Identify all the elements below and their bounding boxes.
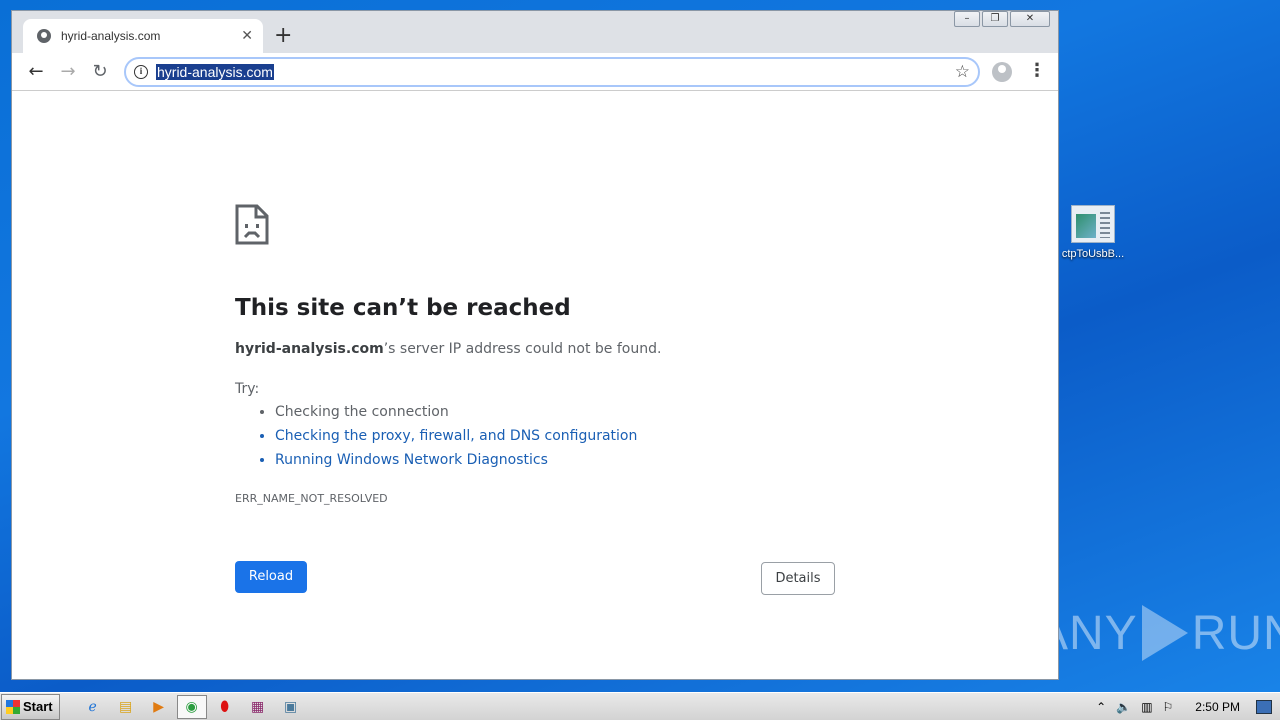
- error-title: This site can’t be reached: [235, 295, 571, 321]
- error-code: ERR_NAME_NOT_RESOLVED: [235, 492, 388, 505]
- suggestion-check-connection: Checking the connection: [275, 404, 637, 428]
- desktop-shortcut[interactable]: ctpToUsbB...: [1058, 205, 1128, 260]
- anyrun-watermark: ANY RUN: [1036, 605, 1280, 661]
- globe-icon: [37, 29, 51, 43]
- tab-strip: hyrid-analysis.com ✕ + – ❐ ✕: [12, 11, 1058, 53]
- reload-button[interactable]: Reload: [235, 561, 307, 593]
- bookmark-star-icon[interactable]: ☆: [955, 62, 970, 82]
- sad-page-icon: [235, 204, 269, 245]
- try-label: Try:: [235, 381, 260, 397]
- site-info-icon[interactable]: i: [134, 65, 148, 79]
- system-tray: ⌃ 🔈 ▥ ⚐ 2:50 PM: [1096, 693, 1280, 720]
- volume-icon[interactable]: 🔈: [1116, 700, 1131, 714]
- window-controls: – ❐ ✕: [954, 11, 1050, 27]
- address-bar[interactable]: i hyrid-analysis.com ☆: [124, 57, 980, 87]
- taskbar: Start ℯ ▤ ▶ ◉ ⬮ ▦ ▣ ⌃ 🔈 ▥ ⚐ 2:50 PM: [0, 692, 1280, 720]
- tab-title: hyrid-analysis.com: [61, 29, 161, 43]
- app-window-icon[interactable]: ▣: [276, 695, 306, 719]
- opera-icon[interactable]: ⬮: [210, 695, 240, 719]
- ie-icon[interactable]: ℯ: [78, 695, 108, 719]
- browser-toolbar: ← → ↻ i hyrid-analysis.com ☆ ⋮: [12, 53, 1058, 91]
- winrar-icon[interactable]: ▦: [243, 695, 273, 719]
- watermark-run: RUN: [1191, 606, 1280, 660]
- error-host: hyrid-analysis.com: [235, 341, 384, 357]
- close-window-button[interactable]: ✕: [1010, 11, 1050, 27]
- shortcut-file-icon: [1071, 205, 1115, 243]
- reload-icon[interactable]: ↻: [84, 61, 116, 82]
- forward-icon[interactable]: →: [52, 61, 84, 82]
- chrome-icon[interactable]: ◉: [176, 694, 207, 719]
- restore-button[interactable]: ❐: [982, 11, 1008, 27]
- show-desktop-icon[interactable]: [1256, 700, 1272, 714]
- details-button[interactable]: Details: [761, 562, 835, 595]
- explorer-icon[interactable]: ▤: [111, 695, 141, 719]
- error-description: hyrid-analysis.com’s server IP address c…: [235, 341, 661, 357]
- profile-avatar-icon[interactable]: [992, 62, 1012, 82]
- url-text[interactable]: hyrid-analysis.com: [156, 64, 274, 80]
- action-center-flag-icon[interactable]: ⚐: [1163, 700, 1174, 714]
- tab-hyrid-analysis[interactable]: hyrid-analysis.com ✕: [23, 19, 263, 53]
- suggestion-proxy-link[interactable]: Checking the proxy, firewall, and DNS co…: [275, 428, 637, 452]
- back-icon[interactable]: ←: [20, 61, 52, 82]
- network-icon[interactable]: ▥: [1141, 700, 1152, 714]
- suggestion-diagnostics-link[interactable]: Running Windows Network Diagnostics: [275, 452, 637, 476]
- clock[interactable]: 2:50 PM: [1195, 700, 1240, 714]
- browser-window: hyrid-analysis.com ✕ + – ❐ ✕ ← → ↻ i hyr…: [11, 10, 1059, 680]
- minimize-button[interactable]: –: [954, 11, 980, 27]
- page-content: This site can’t be reached hyrid-analysi…: [12, 91, 1058, 679]
- start-label: Start: [23, 699, 53, 714]
- windows-logo-icon: [6, 699, 20, 714]
- show-hidden-icons[interactable]: ⌃: [1096, 700, 1106, 714]
- error-description-text: ’s server IP address could not be found.: [383, 341, 662, 357]
- kebab-menu-icon[interactable]: ⋮: [1028, 61, 1046, 81]
- new-tab-button[interactable]: +: [274, 23, 292, 48]
- media-player-icon[interactable]: ▶: [144, 695, 174, 719]
- start-button[interactable]: Start: [1, 693, 60, 720]
- play-icon: [1141, 605, 1188, 661]
- close-tab-icon[interactable]: ✕: [241, 28, 253, 44]
- suggestion-list: Checking the connection Checking the pro…: [275, 404, 637, 476]
- desktop-shortcut-label: ctpToUsbB...: [1061, 248, 1125, 260]
